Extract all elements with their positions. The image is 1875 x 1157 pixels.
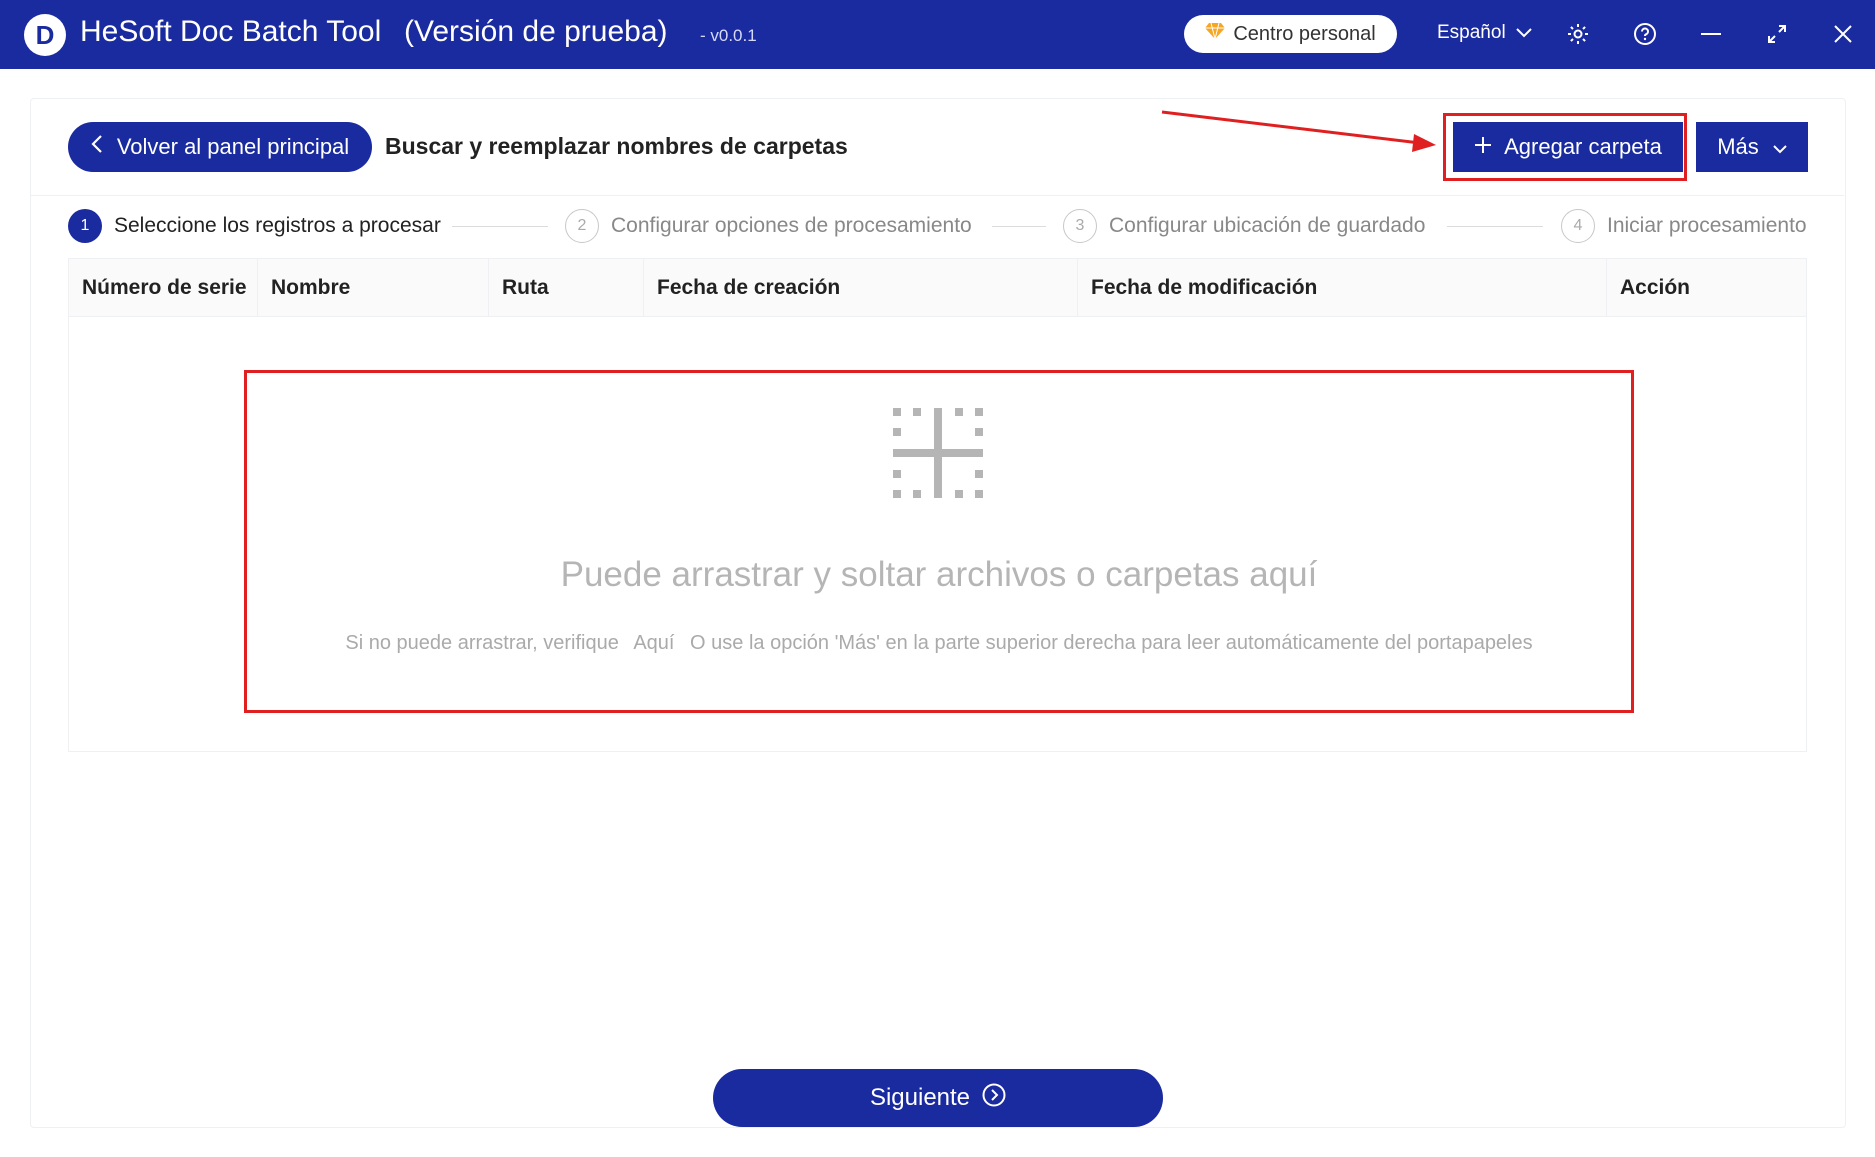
step-2: 2 Configurar opciones de procesamiento <box>565 208 972 244</box>
language-selector[interactable]: Español <box>1437 22 1532 44</box>
column-header-modified: Fecha de modificación <box>1078 259 1607 316</box>
drop-hint-prefix: Si no puede arrastrar, verifique <box>345 632 619 654</box>
arrow-right-circle-icon <box>982 1083 1006 1114</box>
diamond-icon <box>1205 22 1226 46</box>
next-button[interactable]: Siguiente <box>713 1069 1163 1127</box>
step-label: Configurar ubicación de guardado <box>1109 214 1426 237</box>
back-to-dashboard-button[interactable]: Volver al panel principal <box>68 122 372 172</box>
column-header-path: Ruta <box>489 259 644 316</box>
back-button-label: Volver al panel principal <box>116 134 350 159</box>
step-1: 1 Seleccione los registros a procesar <box>68 208 441 244</box>
step-label: Iniciar procesamiento <box>1607 214 1807 237</box>
chevron-left-icon <box>91 134 103 160</box>
app-name: HeSoft Doc Batch Tool <box>80 15 382 48</box>
step-4: 4 Iniciar procesamiento <box>1561 208 1807 244</box>
column-header-serial: Número de serie <box>69 259 258 316</box>
close-icon[interactable] <box>1829 20 1857 48</box>
drop-zone-title: Puede arrastrar y soltar archivos o carp… <box>560 555 1318 594</box>
drop-zone-hint: Si no puede arrastrar, verifique Aquí O … <box>244 632 1634 655</box>
header-divider <box>30 195 1844 196</box>
step-number: 2 <box>565 209 599 243</box>
column-header-name: Nombre <box>258 259 489 316</box>
personal-center-button[interactable]: Centro personal <box>1184 15 1397 53</box>
more-button[interactable]: Más <box>1696 122 1808 172</box>
page-title: Buscar y reemplazar nombres de carpetas <box>385 133 848 159</box>
column-header-action: Acción <box>1620 276 1691 299</box>
step-number: 1 <box>68 209 102 243</box>
language-label: Español <box>1437 22 1506 43</box>
step-connector <box>1447 226 1543 227</box>
step-3: 3 Configurar ubicación de guardado <box>1063 208 1425 244</box>
help-icon[interactable] <box>1631 20 1659 48</box>
maximize-icon[interactable] <box>1763 20 1791 48</box>
chevron-down-icon <box>1515 22 1532 44</box>
add-folder-highlight <box>1443 113 1687 181</box>
table-header: Número de serie Nombre Ruta Fecha de cre… <box>69 259 1806 317</box>
step-connector <box>452 226 548 227</box>
step-connector <box>992 226 1046 227</box>
personal-center-label: Centro personal <box>1233 22 1376 45</box>
drop-hint-suffix: O use la opción 'Más' en la parte superi… <box>690 632 1533 654</box>
next-button-label: Siguiente <box>869 1084 971 1111</box>
minimize-icon[interactable] <box>1697 20 1725 48</box>
chevron-down-icon <box>1773 134 1787 160</box>
step-label: Configurar opciones de procesamiento <box>611 214 972 237</box>
step-label: Seleccione los registros a procesar <box>114 214 441 237</box>
app-edition: (Versión de prueba) <box>404 15 668 48</box>
app-logo: D <box>24 14 66 56</box>
title-bar: D HeSoft Doc Batch Tool (Versión de prue… <box>0 0 1875 69</box>
settings-icon[interactable] <box>1564 20 1592 48</box>
step-number: 3 <box>1063 209 1097 243</box>
drop-target-icon <box>893 408 983 498</box>
drop-hint-link[interactable]: Aquí <box>633 632 674 654</box>
app-version: - v0.0.1 <box>700 26 757 45</box>
step-number: 4 <box>1561 209 1595 243</box>
more-button-label: Más <box>1717 134 1759 159</box>
column-header-created: Fecha de creación <box>644 259 1078 316</box>
